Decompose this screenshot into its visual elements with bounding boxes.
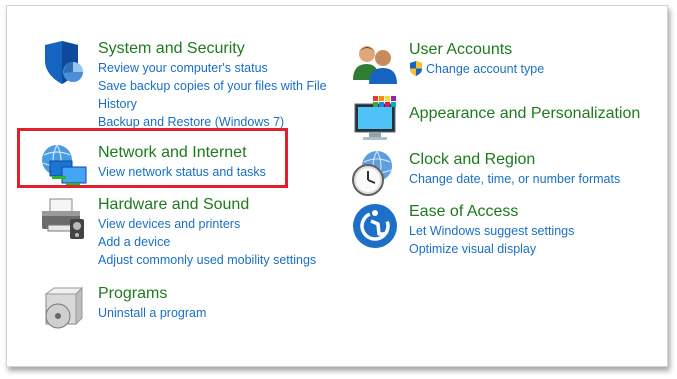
users-icon[interactable]	[351, 40, 399, 88]
review-status-link[interactable]: Review your computer's status	[98, 59, 338, 77]
optimize-visual-display-link[interactable]: Optimize visual display	[409, 240, 649, 258]
printer-icon[interactable]	[40, 195, 88, 243]
uac-shield-icon	[410, 61, 422, 76]
file-history-link[interactable]: Save backup copies of your files with Fi…	[98, 77, 330, 113]
clock-globe-icon[interactable]	[351, 150, 399, 198]
ease-of-access-icon[interactable]	[351, 202, 399, 250]
add-device-link[interactable]: Add a device	[98, 233, 338, 251]
appearance-title[interactable]: Appearance and Personalization	[409, 104, 677, 124]
hardware-and-sound-title[interactable]: Hardware and Sound	[98, 195, 338, 215]
shield-icon[interactable]	[40, 39, 88, 87]
appearance-icon[interactable]	[351, 94, 399, 142]
mobility-settings-link[interactable]: Adjust commonly used mobility settings	[98, 251, 338, 269]
ease-of-access-title[interactable]: Ease of Access	[409, 202, 649, 222]
programs-icon[interactable]	[40, 284, 88, 332]
system-and-security-title[interactable]: System and Security	[98, 39, 338, 59]
windows-suggest-settings-link[interactable]: Let Windows suggest settings	[409, 222, 649, 240]
programs-title[interactable]: Programs	[98, 284, 338, 304]
clock-and-region-title[interactable]: Clock and Region	[409, 150, 649, 170]
user-accounts-title[interactable]: User Accounts	[409, 40, 649, 60]
uninstall-program-link[interactable]: Uninstall a program	[98, 304, 338, 322]
view-devices-link[interactable]: View devices and printers	[98, 215, 338, 233]
change-account-type-link[interactable]: Change account type	[409, 60, 649, 78]
change-account-type-label: Change account type	[426, 62, 545, 76]
change-date-formats-link[interactable]: Change date, time, or number formats	[409, 170, 649, 188]
highlight-box	[17, 128, 288, 188]
